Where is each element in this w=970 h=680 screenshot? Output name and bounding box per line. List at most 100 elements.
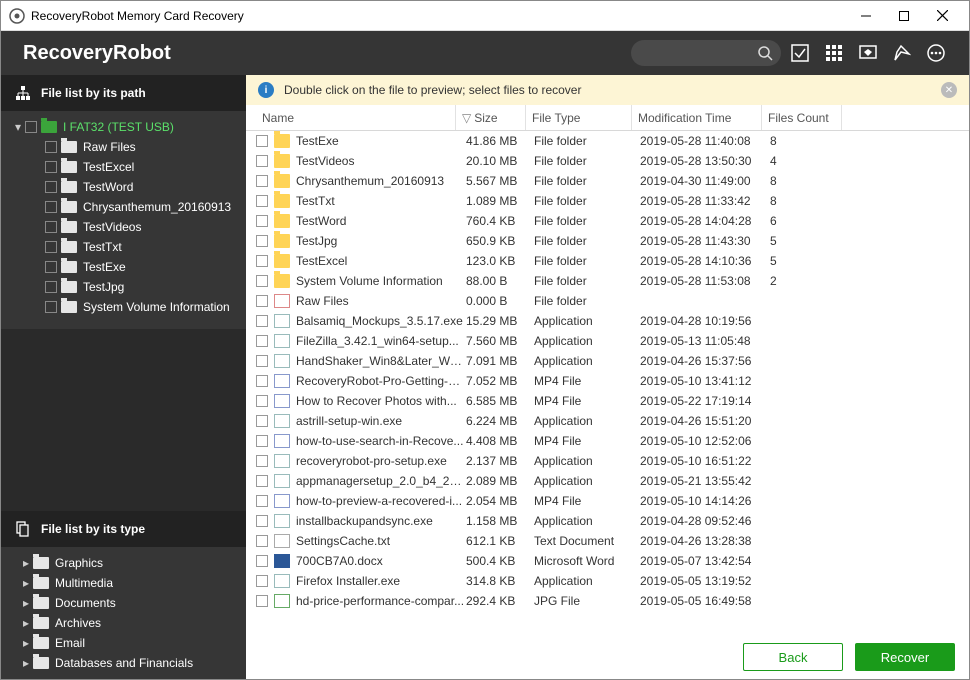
folder-node[interactable]: TestVideos xyxy=(1,217,246,237)
file-time: 2019-05-13 11:05:48 xyxy=(640,334,770,348)
folder-node[interactable]: TestJpg xyxy=(1,277,246,297)
row-checkbox[interactable] xyxy=(256,155,268,167)
row-checkbox[interactable] xyxy=(256,275,268,287)
file-row[interactable]: Balsamiq_Mockups_3.5.17.exe15.29 MBAppli… xyxy=(256,311,969,331)
file-row[interactable]: appmanagersetup_2.0_b4_29...2.089 MBAppl… xyxy=(256,471,969,491)
file-row[interactable]: Chrysanthemum_201609135.567 MBFile folde… xyxy=(256,171,969,191)
file-row[interactable]: recoveryrobot-pro-setup.exe2.137 MBAppli… xyxy=(256,451,969,471)
type-node[interactable]: ▸Databases and Financials xyxy=(1,653,246,673)
file-row[interactable]: installbackupandsync.exe1.158 MBApplicat… xyxy=(256,511,969,531)
maximize-button[interactable] xyxy=(885,1,923,30)
drive-node[interactable]: ▾ I FAT32 (TEST USB) xyxy=(1,117,246,137)
col-count[interactable]: Files Count xyxy=(762,105,842,130)
type-node[interactable]: ▸Archives xyxy=(1,613,246,633)
row-checkbox[interactable] xyxy=(256,495,268,507)
file-type: Application xyxy=(534,334,640,348)
type-node[interactable]: ▸Documents xyxy=(1,593,246,613)
folder-checkbox[interactable] xyxy=(45,221,57,233)
select-all-button[interactable] xyxy=(785,38,815,68)
file-row[interactable]: RecoveryRobot-Pro-Getting-S...7.052 MBMP… xyxy=(256,371,969,391)
row-checkbox[interactable] xyxy=(256,215,268,227)
folder-checkbox[interactable] xyxy=(45,261,57,273)
row-checkbox[interactable] xyxy=(256,235,268,247)
file-row[interactable]: HandShaker_Win8&Later_We...7.091 MBAppli… xyxy=(256,351,969,371)
folder-checkbox[interactable] xyxy=(45,301,57,313)
close-button[interactable] xyxy=(923,1,961,30)
row-checkbox[interactable] xyxy=(256,595,268,607)
drive-checkbox[interactable] xyxy=(25,121,37,133)
file-list[interactable]: TestExe41.86 MBFile folder2019-05-28 11:… xyxy=(246,131,969,635)
filter-button[interactable] xyxy=(887,38,917,68)
folder-checkbox[interactable] xyxy=(45,181,57,193)
folder-checkbox[interactable] xyxy=(45,241,57,253)
search-input[interactable] xyxy=(631,40,781,66)
row-checkbox[interactable] xyxy=(256,415,268,427)
type-node[interactable]: ▸Multimedia xyxy=(1,573,246,593)
row-checkbox[interactable] xyxy=(256,455,268,467)
folder-node[interactable]: TestTxt xyxy=(1,237,246,257)
folder-node[interactable]: TestWord xyxy=(1,177,246,197)
row-checkbox[interactable] xyxy=(256,175,268,187)
folder-icon xyxy=(61,181,77,193)
file-row[interactable]: TestJpg650.9 KBFile folder2019-05-28 11:… xyxy=(256,231,969,251)
row-checkbox[interactable] xyxy=(256,355,268,367)
row-checkbox[interactable] xyxy=(256,515,268,527)
type-node[interactable]: ▸Email xyxy=(1,633,246,653)
folder-checkbox[interactable] xyxy=(45,161,57,173)
row-checkbox[interactable] xyxy=(256,535,268,547)
preview-button[interactable] xyxy=(853,38,883,68)
file-row[interactable]: TestExe41.86 MBFile folder2019-05-28 11:… xyxy=(256,131,969,151)
more-button[interactable] xyxy=(921,38,951,68)
file-row[interactable]: astrill-setup-win.exe6.224 MBApplication… xyxy=(256,411,969,431)
row-checkbox[interactable] xyxy=(256,135,268,147)
file-row[interactable]: TestWord760.4 KBFile folder2019-05-28 14… xyxy=(256,211,969,231)
file-row[interactable]: how-to-use-search-in-Recove...4.408 MBMP… xyxy=(256,431,969,451)
file-row[interactable]: 700CB7A0.docx500.4 KBMicrosoft Word2019-… xyxy=(256,551,969,571)
col-name[interactable]: Name xyxy=(256,105,456,130)
folder-node[interactable]: Chrysanthemum_20160913 xyxy=(1,197,246,217)
row-checkbox[interactable] xyxy=(256,375,268,387)
file-row[interactable]: SettingsCache.txt612.1 KBText Document20… xyxy=(256,531,969,551)
folder-checkbox[interactable] xyxy=(45,281,57,293)
col-time[interactable]: Modification Time xyxy=(632,105,762,130)
info-close-button[interactable]: ✕ xyxy=(941,82,957,98)
row-checkbox[interactable] xyxy=(256,335,268,347)
type-node[interactable]: ▸Graphics xyxy=(1,553,246,573)
folder-checkbox[interactable] xyxy=(45,141,57,153)
row-checkbox[interactable] xyxy=(256,555,268,567)
row-checkbox[interactable] xyxy=(256,255,268,267)
row-checkbox[interactable] xyxy=(256,195,268,207)
folder-icon xyxy=(61,261,77,273)
file-row[interactable]: TestExcel123.0 KBFile folder2019-05-28 1… xyxy=(256,251,969,271)
row-checkbox[interactable] xyxy=(256,575,268,587)
file-row[interactable]: Firefox Installer.exe314.8 KBApplication… xyxy=(256,571,969,591)
file-row[interactable]: hd-price-performance-compar...292.4 KBJP… xyxy=(256,591,969,611)
row-checkbox[interactable] xyxy=(256,475,268,487)
expand-icon: ▸ xyxy=(23,556,33,570)
folder-label: TestVideos xyxy=(83,220,141,234)
minimize-button[interactable] xyxy=(847,1,885,30)
grid-view-button[interactable] xyxy=(819,38,849,68)
file-row[interactable]: System Volume Information88.00 BFile fol… xyxy=(256,271,969,291)
row-checkbox[interactable] xyxy=(256,435,268,447)
row-checkbox[interactable] xyxy=(256,315,268,327)
file-row[interactable]: Raw Files0.000 BFile folder xyxy=(256,291,969,311)
folder-node[interactable]: TestExe xyxy=(1,257,246,277)
row-checkbox[interactable] xyxy=(256,395,268,407)
col-type[interactable]: File Type xyxy=(526,105,632,130)
file-row[interactable]: How to Recover Photos with...6.585 MBMP4… xyxy=(256,391,969,411)
file-type: MP4 File xyxy=(534,394,640,408)
file-row[interactable]: TestTxt1.089 MBFile folder2019-05-28 11:… xyxy=(256,191,969,211)
file-row[interactable]: FileZilla_3.42.1_win64-setup...7.560 MBA… xyxy=(256,331,969,351)
folder-checkbox[interactable] xyxy=(45,201,57,213)
folder-node[interactable]: Raw Files xyxy=(1,137,246,157)
folder-node[interactable]: TestExcel xyxy=(1,157,246,177)
folder-node[interactable]: System Volume Information xyxy=(1,297,246,317)
file-row[interactable]: how-to-preview-a-recovered-i...2.054 MBM… xyxy=(256,491,969,511)
col-size[interactable]: ▽Size xyxy=(456,105,526,130)
back-button[interactable]: Back xyxy=(743,643,843,671)
type-panel-title: File list by its type xyxy=(41,522,145,536)
row-checkbox[interactable] xyxy=(256,295,268,307)
recover-button[interactable]: Recover xyxy=(855,643,955,671)
file-row[interactable]: TestVideos20.10 MBFile folder2019-05-28 … xyxy=(256,151,969,171)
